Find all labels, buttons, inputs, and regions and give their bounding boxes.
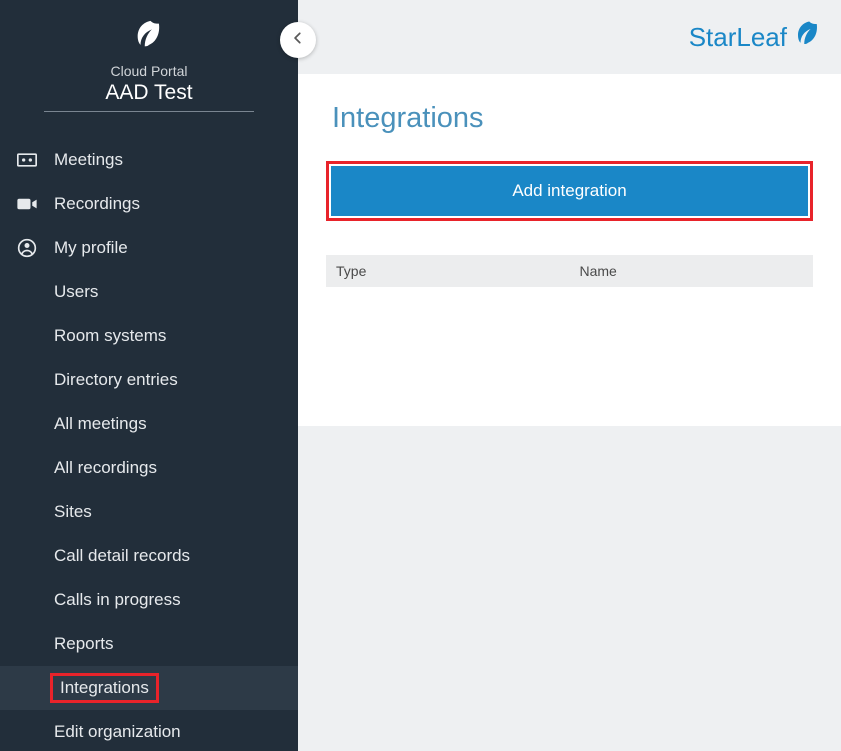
sidebar-item-label: Integrations xyxy=(60,678,149,697)
sidebar-item-call-detail-records[interactable]: Call detail records xyxy=(0,534,298,578)
sidebar-item-label: My profile xyxy=(54,238,128,258)
sidebar-item-calls-in-progress[interactable]: Calls in progress xyxy=(0,578,298,622)
sidebar-item-edit-organization[interactable]: Edit organization xyxy=(0,710,298,751)
add-integration-label: Add integration xyxy=(512,181,626,201)
meetings-icon xyxy=(16,149,38,171)
sidebar-item-my-profile[interactable]: My profile xyxy=(0,226,298,270)
chevron-left-icon xyxy=(291,31,305,50)
collapse-sidebar-button[interactable] xyxy=(280,22,316,58)
page-title: Integrations xyxy=(332,102,813,135)
brand-logo[interactable]: StarLeaf xyxy=(689,19,823,56)
sidebar: Cloud Portal AAD Test Meetings Recording… xyxy=(0,0,298,751)
sidebar-item-sites[interactable]: Sites xyxy=(0,490,298,534)
sidebar-item-label: Meetings xyxy=(54,150,123,170)
sidebar-item-users[interactable]: Users xyxy=(0,270,298,314)
sidebar-item-label: Recordings xyxy=(54,194,140,214)
sidebar-item-reports[interactable]: Reports xyxy=(0,622,298,666)
sidebar-item-integrations[interactable]: Integrations xyxy=(0,666,298,710)
sidebar-item-label: Calls in progress xyxy=(54,590,181,610)
starleaf-leaf-icon xyxy=(132,18,166,57)
sidebar-item-label: Room systems xyxy=(54,326,166,346)
sidebar-item-meetings[interactable]: Meetings xyxy=(0,138,298,182)
content-card: Integrations Add integration Type Name xyxy=(298,74,841,426)
org-name[interactable]: AAD Test xyxy=(44,79,254,112)
sidebar-item-label: All recordings xyxy=(54,458,157,478)
sidebar-item-directory-entries[interactable]: Directory entries xyxy=(0,358,298,402)
sidebar-item-all-recordings[interactable]: All recordings xyxy=(0,446,298,490)
sidebar-item-room-systems[interactable]: Room systems xyxy=(0,314,298,358)
column-header-name[interactable]: Name xyxy=(570,263,814,279)
sidebar-header: Cloud Portal AAD Test xyxy=(0,0,298,120)
sidebar-item-all-meetings[interactable]: All meetings xyxy=(0,402,298,446)
topbar: StarLeaf xyxy=(298,0,841,74)
profile-icon xyxy=(16,237,38,259)
sidebar-item-label: Directory entries xyxy=(54,370,178,390)
sidebar-item-label: Call detail records xyxy=(54,546,190,566)
add-integration-button[interactable]: Add integration xyxy=(331,166,808,216)
brand-name: StarLeaf xyxy=(689,22,787,53)
main-area: StarLeaf Integrations Add integration Ty… xyxy=(298,0,841,751)
sidebar-item-label: Sites xyxy=(54,502,92,522)
sidebar-item-label: Edit organization xyxy=(54,722,181,742)
starleaf-leaf-icon xyxy=(793,19,823,56)
recordings-icon xyxy=(16,193,38,215)
portal-label: Cloud Portal xyxy=(0,63,298,79)
sidebar-item-label: Users xyxy=(54,282,98,302)
sidebar-nav: Meetings Recordings My profile Users Roo… xyxy=(0,138,298,751)
sidebar-item-label: All meetings xyxy=(54,414,147,434)
column-header-type[interactable]: Type xyxy=(326,263,570,279)
sidebar-item-label: Reports xyxy=(54,634,114,654)
integrations-table-header: Type Name xyxy=(326,255,813,287)
add-integration-highlight: Add integration xyxy=(326,161,813,221)
sidebar-item-recordings[interactable]: Recordings xyxy=(0,182,298,226)
